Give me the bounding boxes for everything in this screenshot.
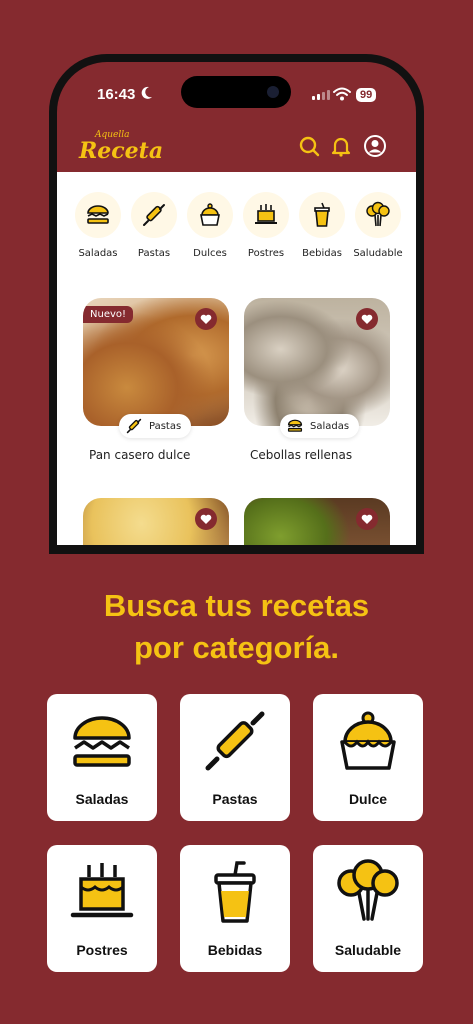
rolling-pin-icon — [143, 204, 165, 226]
status-time: 16:43 — [97, 86, 136, 103]
category-saludable[interactable]: Saludable — [353, 192, 403, 259]
cake-icon — [70, 863, 134, 918]
tile-bebidas[interactable]: Bebidas — [180, 845, 290, 972]
recipe-title: Cebollas rellenas — [250, 448, 353, 462]
heart-icon — [200, 314, 212, 324]
recipe-image-bread: Nuevo! — [83, 298, 229, 426]
headline-line-2: por categoría. — [134, 630, 339, 665]
logo-big-text: Receta — [79, 138, 164, 164]
drink-cup-icon — [214, 861, 256, 923]
broccoli-icon — [337, 859, 399, 921]
category-label: Saludable — [353, 248, 403, 259]
moon-icon — [141, 86, 152, 99]
tile-label: Saladas — [75, 791, 129, 807]
tile-label: Dulce — [348, 791, 388, 807]
category-label: Postres — [247, 248, 285, 259]
category-postres[interactable]: Postres — [241, 192, 291, 259]
category-pastas[interactable]: Pastas — [129, 192, 179, 259]
wifi-icon — [333, 87, 351, 101]
recipe-title: Pan casero dulce — [89, 448, 191, 462]
category-label: Saladas — [78, 248, 118, 259]
tile-label: Pastas — [212, 791, 258, 807]
phone-frame: 16:43 99 Aquella Receta Saladas Pastas D… — [49, 54, 424, 554]
favorite-button[interactable] — [195, 308, 217, 330]
category-label: Pastas — [137, 248, 171, 259]
favorite-button[interactable] — [356, 508, 378, 530]
tile-dulce[interactable]: Dulce — [313, 694, 423, 821]
recipe-card[interactable]: Saladas Cebollas rellenas — [244, 298, 390, 462]
heart-icon — [200, 514, 212, 524]
category-pill: Pastas — [119, 414, 192, 438]
burger-icon — [73, 716, 131, 767]
tile-saladas[interactable]: Saladas — [47, 694, 157, 821]
headline-line-1: Busca tus recetas — [103, 588, 370, 623]
category-dulces[interactable]: Dulces — [185, 192, 235, 259]
recipe-image-onions — [244, 298, 390, 426]
favorite-button[interactable] — [195, 508, 217, 530]
favorite-button[interactable] — [356, 308, 378, 330]
app-logo: Aquella Receta — [79, 130, 169, 168]
tile-pastas[interactable]: Pastas — [180, 694, 290, 821]
cupcake-icon — [200, 203, 220, 226]
headline: Busca tus recetas por categoría. — [0, 585, 473, 669]
recipe-image-peas — [244, 498, 390, 545]
rolling-pin-icon — [126, 418, 142, 434]
burger-icon — [287, 419, 303, 432]
search-icon[interactable] — [297, 134, 321, 158]
bell-icon[interactable] — [329, 134, 353, 158]
heart-icon — [361, 314, 373, 324]
category-bebidas[interactable]: Bebidas — [297, 192, 347, 259]
rolling-pin-icon — [205, 711, 265, 771]
tile-postres[interactable]: Postres — [47, 845, 157, 972]
category-saladas[interactable]: Saladas — [73, 192, 123, 259]
category-pill-label: Saladas — [310, 420, 350, 432]
heart-icon — [361, 514, 373, 524]
new-badge: Nuevo! — [83, 306, 134, 323]
recipe-card[interactable] — [83, 498, 229, 545]
tile-label: Saludable — [334, 942, 402, 958]
recipe-card[interactable]: Nuevo! Pastas Pan casero dulce — [83, 298, 229, 462]
drink-cup-icon — [314, 202, 330, 227]
category-label: Bebidas — [302, 248, 342, 259]
category-pill-label: Pastas — [149, 420, 182, 432]
phone-screen: 16:43 99 Aquella Receta Saladas Pastas D… — [57, 62, 416, 545]
tile-saludable[interactable]: Saludable — [313, 845, 423, 972]
tile-label: Bebidas — [207, 942, 263, 958]
cake-icon — [255, 204, 277, 224]
recipe-card[interactable] — [244, 498, 390, 545]
profile-icon[interactable] — [363, 134, 387, 158]
app-header: Aquella Receta — [57, 122, 416, 172]
recipe-image-cheese — [83, 498, 229, 545]
signal-icon — [312, 90, 330, 100]
broccoli-icon — [366, 201, 390, 227]
app-content: Saladas Pastas Dulces Postres Bebidas Sa… — [57, 172, 416, 545]
cupcake-icon — [340, 711, 396, 770]
burger-icon — [87, 205, 109, 224]
category-label: Dulces — [193, 248, 227, 259]
category-pill: Saladas — [280, 414, 360, 438]
battery-indicator: 99 — [356, 88, 377, 102]
tile-label: Postres — [76, 942, 128, 958]
dynamic-island — [181, 76, 291, 108]
category-row: Saladas Pastas Dulces Postres Bebidas Sa… — [73, 192, 403, 259]
